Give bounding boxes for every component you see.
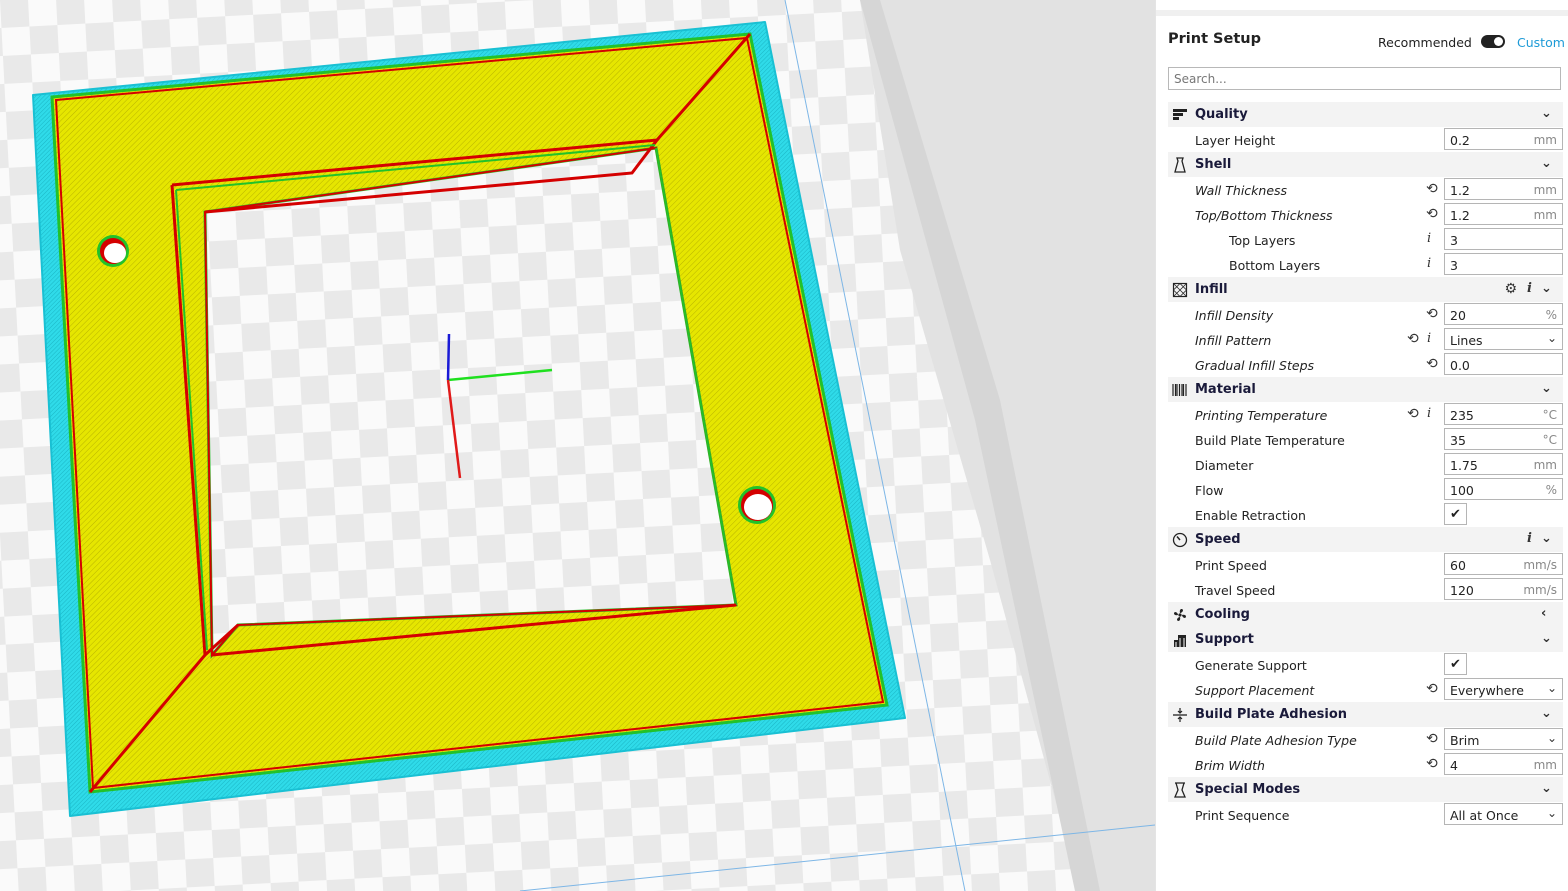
info-icon[interactable]: i bbox=[1527, 281, 1532, 296]
topbottom-thickness-field[interactable]: 1.2 mm bbox=[1444, 203, 1563, 225]
chevron-down-icon[interactable]: ⌄ bbox=[1541, 106, 1553, 121]
adhesion-icon bbox=[1173, 708, 1187, 722]
reset-icon[interactable]: ⟲ bbox=[1426, 206, 1438, 222]
setting-infill-pattern: Infill Pattern ⟲ i Lines ⌄ bbox=[1168, 327, 1563, 352]
infill-density-field[interactable]: 20% bbox=[1444, 303, 1563, 325]
quality-icon bbox=[1173, 109, 1187, 120]
travel-speed-field[interactable]: 120 mm/s bbox=[1444, 578, 1563, 600]
chevron-left-icon[interactable]: ‹ bbox=[1541, 606, 1553, 621]
build-plate-scene[interactable] bbox=[0, 0, 1155, 891]
chevron-down-icon: ⌄ bbox=[1546, 681, 1557, 695]
adhesion-type-select[interactable]: Brim ⌄ bbox=[1444, 728, 1563, 750]
reset-icon[interactable]: ⟲ bbox=[1426, 731, 1438, 747]
support-icon bbox=[1174, 635, 1186, 647]
setting-travel-speed: Travel Speed 120 mm/s bbox=[1168, 577, 1563, 602]
info-icon[interactable]: i bbox=[1427, 231, 1431, 246]
reset-icon[interactable]: ⟲ bbox=[1426, 681, 1438, 697]
chevron-down-icon[interactable]: ⌄ bbox=[1541, 631, 1553, 646]
build-plate-temperature-field[interactable]: 35 °C bbox=[1444, 428, 1563, 450]
setting-print-sequence: Print Sequence All at Once ⌄ bbox=[1168, 802, 1563, 827]
setting-diameter: Diameter 1.75 mm bbox=[1168, 452, 1563, 477]
setting-flow: Flow 100% bbox=[1168, 477, 1563, 502]
category-support[interactable]: Support ⌄ bbox=[1168, 627, 1563, 652]
category-infill[interactable]: Infill ⚙ i ⌄ bbox=[1168, 277, 1563, 302]
settings-search-input[interactable]: Search... bbox=[1168, 67, 1561, 90]
setting-print-speed: Print Speed 60 mm/s bbox=[1168, 552, 1563, 577]
info-icon[interactable]: i bbox=[1427, 256, 1431, 271]
reset-icon[interactable]: ⟲ bbox=[1407, 331, 1419, 347]
model-inner-opening bbox=[203, 146, 738, 659]
top-layers-field[interactable]: 3 bbox=[1444, 228, 1563, 250]
speed-icon bbox=[1172, 532, 1188, 548]
chevron-down-icon: ⌄ bbox=[1546, 731, 1557, 745]
diameter-field[interactable]: 1.75 mm bbox=[1444, 453, 1563, 475]
chevron-down-icon[interactable]: ⌄ bbox=[1541, 281, 1553, 296]
reset-icon[interactable]: ⟲ bbox=[1426, 356, 1438, 372]
print-sequence-select[interactable]: All at Once ⌄ bbox=[1444, 803, 1563, 825]
setting-printing-temperature: Printing Temperature ⟲ i 235 °C bbox=[1168, 402, 1563, 427]
material-icon bbox=[1172, 384, 1187, 396]
category-material[interactable]: Material ⌄ bbox=[1168, 377, 1563, 402]
chevron-down-icon: ⌄ bbox=[1546, 806, 1557, 820]
category-shell[interactable]: Shell ⌄ bbox=[1168, 152, 1563, 177]
info-icon[interactable]: i bbox=[1527, 531, 1532, 546]
setting-wall-thickness: Wall Thickness ⟲ 1.2 mm bbox=[1168, 177, 1563, 202]
category-cooling[interactable]: Cooling ‹ bbox=[1168, 602, 1563, 627]
category-speed[interactable]: Speed i ⌄ bbox=[1168, 527, 1563, 552]
setting-adhesion-type: Build Plate Adhesion Type ⟲ Brim ⌄ bbox=[1168, 727, 1563, 752]
retraction-checkbox[interactable]: ✔ bbox=[1444, 503, 1467, 525]
category-special-modes[interactable]: Special Modes ⌄ bbox=[1168, 777, 1563, 802]
chevron-down-icon[interactable]: ⌄ bbox=[1541, 381, 1553, 396]
gradual-infill-field[interactable]: 0.0 bbox=[1444, 353, 1563, 375]
setting-build-plate-temperature: Build Plate Temperature 35 °C bbox=[1168, 427, 1563, 452]
recommended-mode-label[interactable]: Recommended bbox=[1378, 35, 1472, 50]
setting-generate-support: Generate Support ✔ bbox=[1168, 652, 1563, 677]
panel-title: Print Setup bbox=[1168, 31, 1261, 47]
brim-width-field[interactable]: 4 mm bbox=[1444, 753, 1563, 775]
print-speed-field[interactable]: 60 mm/s bbox=[1444, 553, 1563, 575]
category-quality[interactable]: Quality ⌄ bbox=[1168, 102, 1563, 127]
reset-icon[interactable]: ⟲ bbox=[1407, 406, 1419, 422]
printing-temperature-field[interactable]: 235 °C bbox=[1444, 403, 1563, 425]
generate-support-checkbox[interactable]: ✔ bbox=[1444, 653, 1467, 675]
setting-support-placement: Support Placement ⟲ Everywhere ⌄ bbox=[1168, 677, 1563, 702]
setting-top-layers: Top Layers i 3 bbox=[1168, 227, 1563, 252]
mode-toggle[interactable] bbox=[1481, 35, 1505, 48]
wall-thickness-field[interactable]: 1.2 mm bbox=[1444, 178, 1563, 200]
shell-icon bbox=[1174, 157, 1186, 173]
chevron-down-icon[interactable]: ⌄ bbox=[1541, 531, 1553, 546]
reset-icon[interactable]: ⟲ bbox=[1426, 756, 1438, 772]
flow-field[interactable]: 100% bbox=[1444, 478, 1563, 500]
special-modes-icon bbox=[1174, 782, 1186, 798]
category-adhesion[interactable]: Build Plate Adhesion ⌄ bbox=[1168, 702, 1563, 727]
setting-layer-height: Layer Height 0.2 mm bbox=[1168, 127, 1563, 152]
setting-brim-width: Brim Width ⟲ 4 mm bbox=[1168, 752, 1563, 777]
chevron-down-icon: ⌄ bbox=[1546, 331, 1557, 345]
setting-infill-density: Infill Density ⟲ 20% bbox=[1168, 302, 1563, 327]
support-placement-select[interactable]: Everywhere ⌄ bbox=[1444, 678, 1563, 700]
info-icon[interactable]: i bbox=[1427, 406, 1431, 421]
chevron-down-icon[interactable]: ⌄ bbox=[1541, 156, 1553, 171]
setting-bottom-layers: Bottom Layers i 3 bbox=[1168, 252, 1563, 277]
infill-icon bbox=[1172, 282, 1188, 298]
setting-topbottom-thickness: Top/Bottom Thickness ⟲ 1.2 mm bbox=[1168, 202, 1563, 227]
infill-pattern-select[interactable]: Lines ⌄ bbox=[1444, 328, 1563, 350]
bottom-layers-field[interactable]: 3 bbox=[1444, 253, 1563, 275]
custom-mode-label[interactable]: Custom bbox=[1517, 35, 1565, 50]
print-setup-panel: Print Setup Recommended Custom Search...… bbox=[1155, 0, 1568, 891]
info-icon[interactable]: i bbox=[1427, 331, 1431, 346]
reset-icon[interactable]: ⟲ bbox=[1426, 181, 1438, 197]
gear-icon[interactable]: ⚙ bbox=[1504, 281, 1517, 297]
3d-viewport[interactable] bbox=[0, 0, 1155, 891]
chevron-down-icon[interactable]: ⌄ bbox=[1541, 781, 1553, 796]
setting-gradual-infill: Gradual Infill Steps ⟲ 0.0 bbox=[1168, 352, 1563, 377]
fan-icon bbox=[1174, 609, 1186, 621]
setting-enable-retraction: Enable Retraction ✔ bbox=[1168, 502, 1563, 527]
layer-height-field[interactable]: 0.2 mm bbox=[1444, 128, 1563, 150]
reset-icon[interactable]: ⟲ bbox=[1426, 306, 1438, 322]
chevron-down-icon[interactable]: ⌄ bbox=[1541, 706, 1553, 721]
